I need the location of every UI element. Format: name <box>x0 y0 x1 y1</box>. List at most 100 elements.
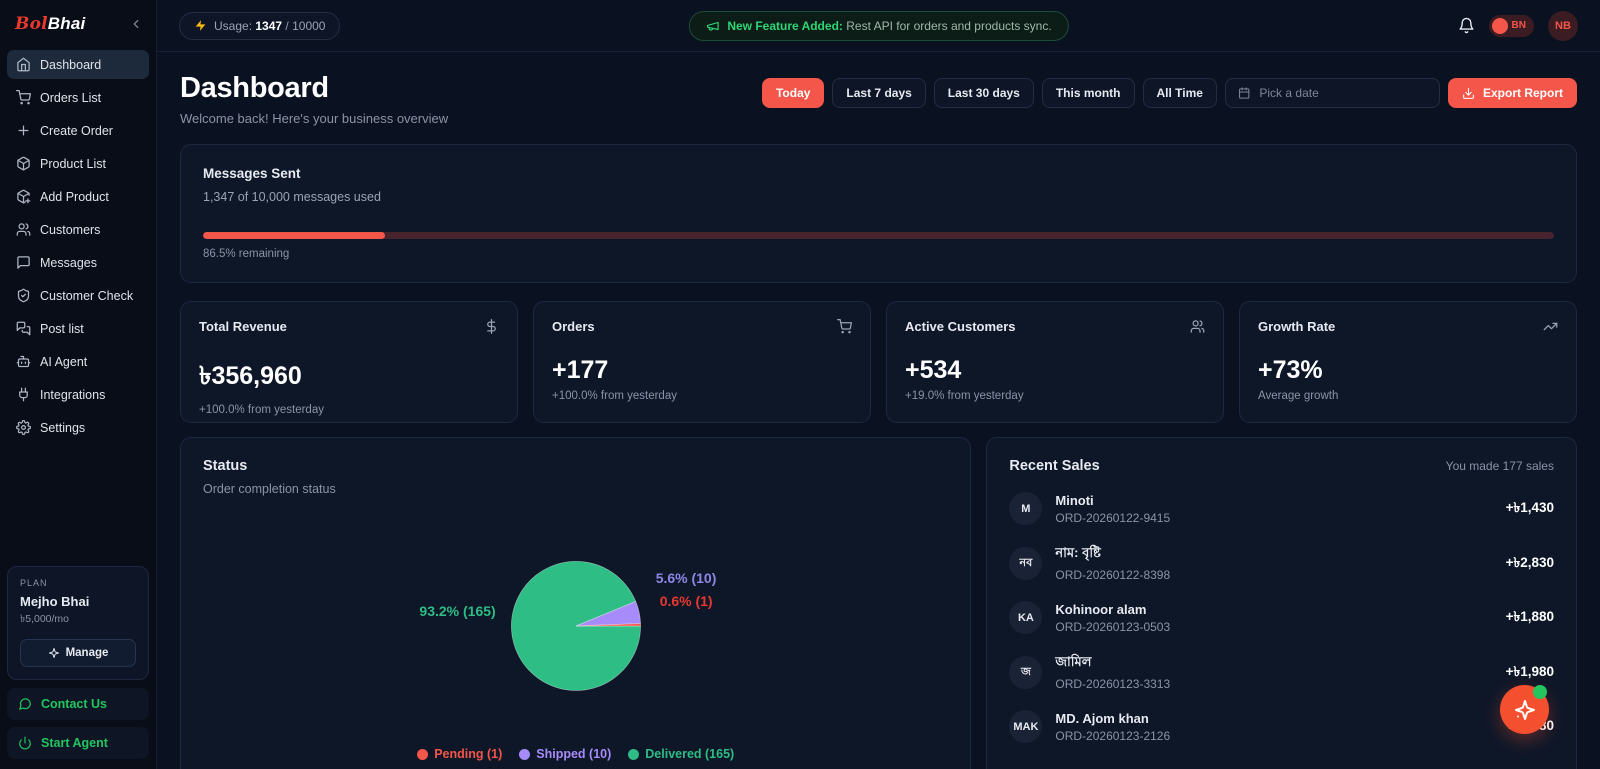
recent-sales-caption: You made 177 sales <box>1446 459 1554 473</box>
sale-amount: +৳1,430 <box>1506 497 1554 520</box>
date-picker[interactable] <box>1225 78 1440 108</box>
sale-amount: +৳2,830 <box>1506 552 1554 575</box>
filter-last-30-days[interactable]: Last 30 days <box>934 78 1034 108</box>
pie-legend: Pending (1) Shipped (10) Delivered (165) <box>203 747 948 761</box>
plan-price: ৳5,000/mo <box>20 612 136 629</box>
bottom-grid: Status Order completion status 93.2% (16… <box>180 437 1577 769</box>
sidebar-item-integrations[interactable]: Integrations <box>7 380 149 409</box>
page-header: Dashboard Welcome back! Here's your busi… <box>180 72 1577 126</box>
sidebar-item-label: Orders List <box>40 91 101 105</box>
sidebar-item-product-list[interactable]: Product List <box>7 149 149 178</box>
total-revenue-card: Total Revenue ৳356,960 +100.0% from yest… <box>180 301 518 423</box>
sale-row[interactable]: নব নাম: বৃষ্টি ORD-20260122-8398 +৳2,830 <box>1009 544 1554 582</box>
home-icon <box>16 57 31 72</box>
messages-sent-title: Messages Sent <box>203 166 1554 181</box>
notifications-button[interactable] <box>1458 17 1475 34</box>
power-icon <box>18 736 32 750</box>
usage-remaining-label: 86.5% remaining <box>203 248 1554 260</box>
filter-this-month[interactable]: This month <box>1042 78 1135 108</box>
bell-icon <box>1458 17 1475 34</box>
sidebar-item-label: Messages <box>40 256 97 270</box>
pie-label-shipped: 5.6% (10) <box>656 570 717 586</box>
plug-icon <box>16 387 31 402</box>
language-toggle[interactable]: BN <box>1489 15 1534 37</box>
sidebar-item-customer-check[interactable]: Customer Check <box>7 281 149 310</box>
main-area: Usage: 1347 / 10000 New Feature Added: R… <box>157 0 1600 769</box>
page-subtitle: Welcome back! Here's your business overv… <box>180 111 448 126</box>
export-report-label: Export Report <box>1483 86 1563 100</box>
date-picker-input[interactable] <box>1259 86 1427 100</box>
sidebar-item-customers[interactable]: Customers <box>7 215 149 244</box>
sale-order-id: ORD-20260122-9415 <box>1055 511 1170 525</box>
users-icon <box>16 222 31 237</box>
cart-icon <box>837 319 852 334</box>
feature-banner-text: New Feature Added: Rest API for orders a… <box>727 19 1051 33</box>
topbar-right: BN NB <box>1458 11 1578 41</box>
sidebar-item-label: Dashboard <box>40 58 101 72</box>
sale-order-id: ORD-20260123-0503 <box>1055 620 1170 634</box>
plan-name: Mejho Bhai <box>20 594 136 609</box>
manage-plan-button[interactable]: Manage <box>20 639 136 667</box>
order-status-pie-chart: 93.2% (165) 5.6% (10) 0.6% (1) Pending (… <box>203 500 948 769</box>
dashboard-content: Dashboard Welcome back! Here's your busi… <box>157 52 1600 769</box>
sale-row[interactable]: M Minoti ORD-20260122-9415 +৳1,430 <box>1009 492 1554 525</box>
export-report-button[interactable]: Export Report <box>1448 78 1577 108</box>
online-status-dot <box>1533 685 1547 699</box>
filter-all-time[interactable]: All Time <box>1143 78 1217 108</box>
user-avatar[interactable]: NB <box>1548 11 1578 41</box>
lightning-icon <box>194 19 207 32</box>
sidebar-item-create-order[interactable]: Create Order <box>7 116 149 145</box>
stat-title: Growth Rate <box>1258 319 1335 334</box>
avatar: নব <box>1009 547 1042 580</box>
feature-banner: New Feature Added: Rest API for orders a… <box>688 11 1068 41</box>
sale-row[interactable]: জ জামিল ORD-20260123-3313 +৳1,980 <box>1009 653 1554 691</box>
usage-pill: Usage: 1347 / 10000 <box>179 12 340 40</box>
sidebar-item-label: Create Order <box>40 124 113 138</box>
sale-customer-name: নাম: বৃষ্টি <box>1055 544 1170 565</box>
stat-caption: +19.0% from yesterday <box>905 390 1205 402</box>
sidebar-item-settings[interactable]: Settings <box>7 413 149 442</box>
usage-progress-fill <box>203 232 385 239</box>
sidebar-footer: PLAN Mejho Bhai ৳5,000/mo Manage Contact… <box>7 566 149 769</box>
sale-customer-name: MD. Ajom khan <box>1055 711 1170 726</box>
status-card: Status Order completion status 93.2% (16… <box>180 437 971 769</box>
contact-us-button[interactable]: Contact Us <box>7 688 149 720</box>
plan-eyebrow: PLAN <box>20 578 136 588</box>
sale-amount: +৳1,980 <box>1506 661 1554 684</box>
brand-logo: BolBhai <box>15 14 85 34</box>
ai-assistant-fab[interactable] <box>1500 685 1549 734</box>
shield-check-icon <box>16 288 31 303</box>
chevron-left-icon <box>129 17 143 31</box>
plan-card: PLAN Mejho Bhai ৳5,000/mo Manage <box>7 566 149 680</box>
active-customers-card: Active Customers +534 +19.0% from yester… <box>886 301 1224 423</box>
filter-last-7-days[interactable]: Last 7 days <box>832 78 925 108</box>
legend-dot-shipped <box>519 749 530 760</box>
sidebar-item-orders-list[interactable]: Orders List <box>7 83 149 112</box>
sidebar-item-dashboard[interactable]: Dashboard <box>7 50 149 79</box>
sidebar-item-post-list[interactable]: Post list <box>7 314 149 343</box>
sidebar-collapse-button[interactable] <box>129 17 143 31</box>
filter-today[interactable]: Today <box>762 78 824 108</box>
cart-icon <box>16 90 31 105</box>
pie-label-delivered: 93.2% (165) <box>419 603 495 619</box>
sidebar-item-label: Integrations <box>40 388 105 402</box>
messages-sent-card: Messages Sent 1,347 of 10,000 messages u… <box>180 144 1577 283</box>
avatar: MAK <box>1009 710 1042 743</box>
stats-grid: Total Revenue ৳356,960 +100.0% from yest… <box>180 301 1577 423</box>
sidebar-item-ai-agent[interactable]: AI Agent <box>7 347 149 376</box>
stat-value: +177 <box>552 356 852 385</box>
recent-sales-header: Recent Sales You made 177 sales <box>1009 458 1554 474</box>
stat-value: +534 <box>905 356 1205 385</box>
sale-row[interactable]: KA Kohinoor alam ORD-20260123-0503 +৳1,8… <box>1009 601 1554 634</box>
brand-logo-bhai: Bhai <box>48 14 86 33</box>
start-agent-button[interactable]: Start Agent <box>7 727 149 759</box>
message-square-icon <box>16 255 31 270</box>
download-icon <box>1462 87 1475 100</box>
usage-progress-track <box>203 232 1554 239</box>
sidebar-item-add-product[interactable]: Add Product <box>7 182 149 211</box>
date-filters: Today Last 7 days Last 30 days This mont… <box>762 78 1577 108</box>
avatar: KA <box>1009 601 1042 634</box>
stat-caption: +100.0% from yesterday <box>552 390 852 402</box>
sidebar-item-messages[interactable]: Messages <box>7 248 149 277</box>
sale-row[interactable]: MAK MD. Ajom khan ORD-20260123-2126 +৳1,… <box>1009 710 1554 743</box>
